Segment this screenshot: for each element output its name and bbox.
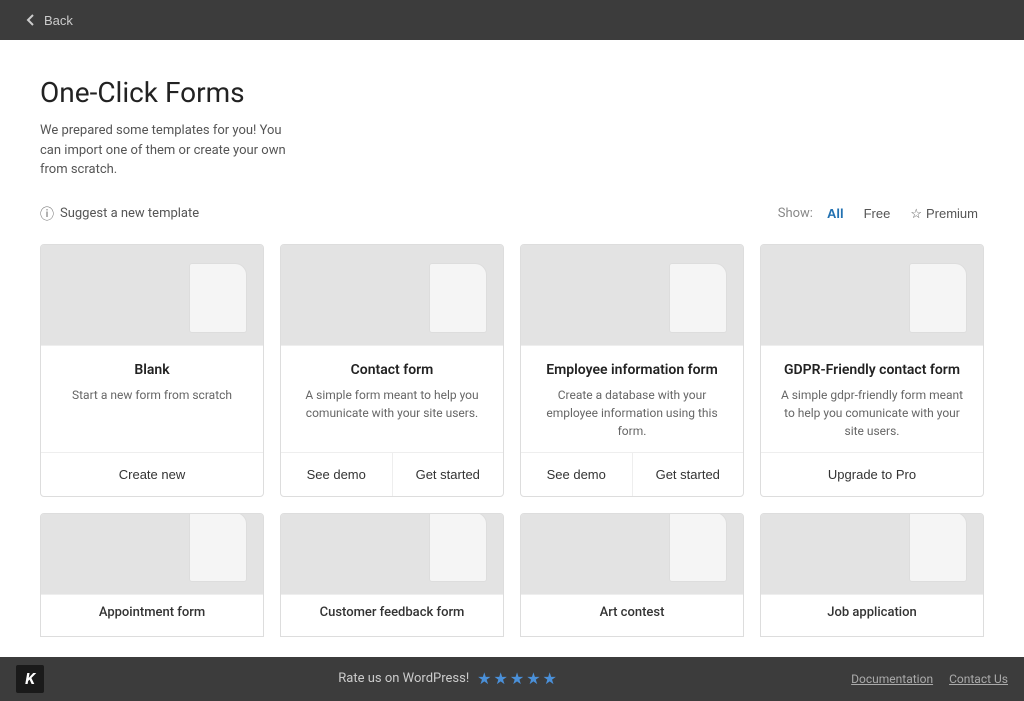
star-3: ★ (510, 669, 524, 688)
card-art-contest-title: Art contest (535, 605, 729, 620)
k-logo: K (16, 665, 44, 693)
card-art-contest-body: Art contest (521, 594, 743, 636)
card-employee-form-desc: Create a database with your employee inf… (535, 386, 729, 440)
stars-container: ★ ★ ★ ★ ★ (477, 669, 557, 688)
card-contact-form-desc: A simple form meant to help you comunica… (295, 386, 489, 422)
star-4: ★ (526, 669, 540, 688)
card-blank-desc: Start a new form from scratch (55, 386, 249, 404)
card-job-application-title: Job application (775, 605, 969, 620)
star-icon: ☆ (910, 206, 922, 222)
card-gdpr-form: GDPR-Friendly contact form A simple gdpr… (760, 244, 984, 497)
documentation-link[interactable]: Documentation (851, 672, 933, 686)
card-customer-feedback-body: Customer feedback form (281, 594, 503, 636)
card-blank-image (41, 245, 263, 345)
card-blank-actions: Create new (41, 452, 263, 496)
rate-us-text: Rate us on WordPress! (338, 671, 469, 686)
card-art-contest: Art contest (520, 513, 744, 637)
card-appointment-title: Appointment form (55, 605, 249, 620)
card-employee-form-image (521, 245, 743, 345)
card-gdpr-form-image (761, 245, 983, 345)
create-new-button[interactable]: Create new (41, 453, 263, 496)
star-1: ★ (477, 669, 491, 688)
page-subtitle: We prepared some templates for you! You … (40, 121, 300, 180)
card-job-application: Job application (760, 513, 984, 637)
card-contact-form: Contact form A simple form meant to help… (280, 244, 504, 497)
top-bar: Back (0, 0, 1024, 40)
back-label: Back (44, 13, 73, 28)
card-employee-form-actions: See demo Get started (521, 452, 743, 496)
card-blank: Blank Start a new form from scratch Crea… (40, 244, 264, 497)
card-appointment: Appointment form (40, 513, 264, 637)
suggest-label: Suggest a new template (60, 206, 199, 221)
card-blank-title: Blank (55, 362, 249, 378)
star-5: ★ (543, 669, 557, 688)
card-job-application-image (761, 514, 983, 594)
filter-all-button[interactable]: All (821, 204, 850, 223)
show-filters: Show: All Free ☆ Premium (778, 204, 984, 224)
rate-us: Rate us on WordPress! ★ ★ ★ ★ ★ (338, 669, 557, 688)
card-gdpr-form-body: GDPR-Friendly contact form A simple gdpr… (761, 345, 983, 452)
card-contact-form-actions: See demo Get started (281, 452, 503, 496)
bottom-bar: K Rate us on WordPress! ★ ★ ★ ★ ★ Docume… (0, 657, 1024, 701)
footer-links: Documentation Contact Us (851, 672, 1008, 686)
employee-form-get-started-button[interactable]: Get started (632, 453, 744, 496)
card-job-application-body: Job application (761, 594, 983, 636)
card-blank-body: Blank Start a new form from scratch (41, 345, 263, 452)
card-contact-form-body: Contact form A simple form meant to help… (281, 345, 503, 452)
card-contact-form-image (281, 245, 503, 345)
card-gdpr-form-title: GDPR-Friendly contact form (775, 362, 969, 378)
suggest-template-link[interactable]: ⓘ Suggest a new template (40, 204, 199, 224)
employee-form-see-demo-button[interactable]: See demo (521, 453, 632, 496)
card-employee-form: Employee information form Create a datab… (520, 244, 744, 497)
page-title: One-Click Forms (40, 76, 984, 109)
card-customer-feedback: Customer feedback form (280, 513, 504, 637)
back-button[interactable]: Back (16, 9, 81, 32)
suggest-icon: ⓘ (40, 204, 54, 224)
main-content: One-Click Forms We prepared some templat… (0, 40, 1024, 657)
cards-grid: Blank Start a new form from scratch Crea… (40, 244, 984, 497)
card-appointment-image (41, 514, 263, 594)
back-arrow-icon (24, 13, 38, 27)
card-art-contest-image (521, 514, 743, 594)
card-gdpr-form-desc: A simple gdpr-friendly form meant to hel… (775, 386, 969, 440)
star-2: ★ (494, 669, 508, 688)
card-customer-feedback-image (281, 514, 503, 594)
contact-form-get-started-button[interactable]: Get started (392, 453, 504, 496)
filter-premium-button[interactable]: ☆ Premium (904, 204, 984, 224)
partial-cards-grid: Appointment form Customer feedback form … (40, 513, 984, 637)
contact-form-see-demo-button[interactable]: See demo (281, 453, 392, 496)
card-employee-form-body: Employee information form Create a datab… (521, 345, 743, 452)
card-contact-form-title: Contact form (295, 362, 489, 378)
show-label: Show: (778, 206, 813, 221)
card-employee-form-title: Employee information form (535, 362, 729, 378)
card-appointment-body: Appointment form (41, 594, 263, 636)
contact-us-link[interactable]: Contact Us (949, 672, 1008, 686)
card-customer-feedback-title: Customer feedback form (295, 605, 489, 620)
filter-free-button[interactable]: Free (858, 204, 897, 223)
gdpr-upgrade-pro-button[interactable]: Upgrade to Pro (761, 453, 983, 496)
card-gdpr-form-actions: Upgrade to Pro (761, 452, 983, 496)
toolbar: ⓘ Suggest a new template Show: All Free … (40, 204, 984, 224)
